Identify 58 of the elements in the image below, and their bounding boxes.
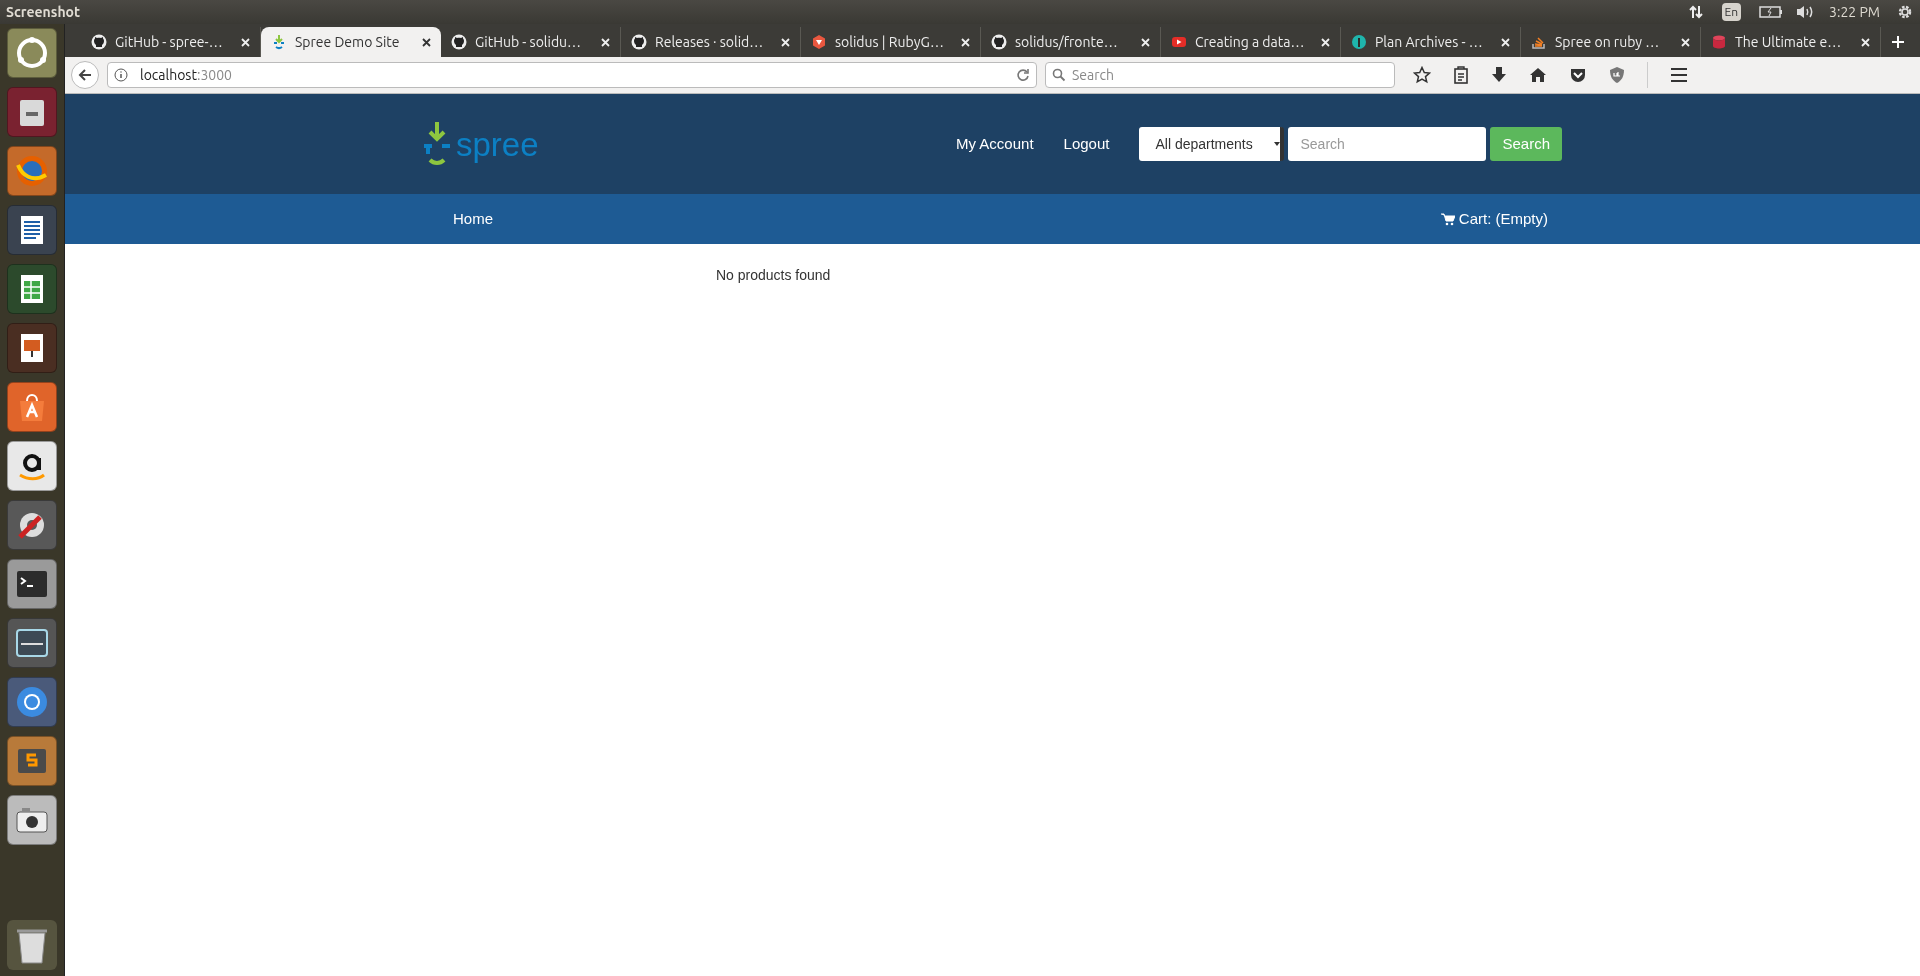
clipboard-icon[interactable]	[1453, 66, 1469, 84]
octocat-icon	[91, 34, 107, 50]
launcher-app-icon[interactable]	[7, 264, 57, 314]
launcher-app-icon[interactable]	[7, 441, 57, 491]
launcher-app-icon[interactable]	[7, 382, 57, 432]
back-arrow-icon	[78, 68, 92, 82]
download-icon[interactable]	[1491, 66, 1507, 84]
octocat-icon	[451, 34, 467, 50]
logo-text: spree	[456, 127, 539, 161]
launcher-app-icon[interactable]	[7, 618, 57, 668]
launcher-app-icon[interactable]	[7, 323, 57, 373]
shield-icon[interactable]	[1609, 66, 1625, 84]
home-icon[interactable]	[1529, 66, 1547, 84]
launcher-app-icon[interactable]	[7, 677, 57, 727]
star-icon[interactable]	[1413, 66, 1431, 84]
database-icon	[1711, 34, 1727, 50]
department-select[interactable]: All departments	[1139, 127, 1285, 161]
logo-icon	[422, 122, 452, 166]
header-link[interactable]: Logout	[1063, 132, 1110, 156]
gear-icon[interactable]	[1896, 3, 1914, 21]
battery-icon[interactable]	[1759, 5, 1784, 19]
cart-icon	[1440, 212, 1455, 226]
launcher-app-icon[interactable]	[7, 795, 57, 845]
circle-logo-icon	[1351, 34, 1367, 50]
empty-results-message: No products found	[716, 267, 831, 283]
reload-icon[interactable]	[1016, 68, 1030, 82]
url-text: localhost:3000	[140, 65, 232, 85]
back-button[interactable]	[71, 61, 99, 89]
play-icon	[1171, 34, 1187, 50]
search-icon	[1052, 68, 1066, 82]
browser-tab[interactable]: Spree Demo Site	[261, 27, 441, 57]
trash-icon[interactable]	[7, 920, 57, 970]
nav-link[interactable]: Home	[453, 207, 493, 231]
launcher-app-icon[interactable]	[7, 28, 57, 78]
close-icon[interactable]	[422, 37, 431, 47]
octocat-icon	[631, 34, 647, 50]
cart-link[interactable]: Cart: (Empty)	[1440, 207, 1548, 231]
stack-icon	[1531, 34, 1547, 50]
search-input[interactable]: Search	[1072, 64, 1388, 86]
header-link[interactable]: My Account	[956, 132, 1034, 156]
keyboard-layout-indicator[interactable]: En	[1721, 3, 1742, 21]
address-bar[interactable]: localhost:3000	[107, 62, 1037, 88]
caret-icon	[1274, 140, 1281, 148]
gem-icon	[811, 34, 827, 50]
launcher-app-icon[interactable]	[7, 87, 57, 137]
pocket-icon[interactable]	[1569, 66, 1587, 84]
logo-icon	[271, 34, 287, 50]
product-search-field[interactable]: Search	[1288, 127, 1487, 161]
launcher-app-icon[interactable]	[7, 205, 57, 255]
octocat-icon	[991, 34, 1007, 50]
clock[interactable]: 3:22 PM	[1829, 1, 1880, 23]
new-tab-icon[interactable]	[1891, 35, 1905, 49]
network-arrows-icon[interactable]	[1687, 4, 1704, 20]
launcher-app-icon[interactable]	[7, 500, 57, 550]
search-bar[interactable]: Search	[1045, 62, 1395, 88]
info-icon[interactable]	[114, 68, 128, 82]
menu-icon[interactable]	[1670, 67, 1688, 83]
window-title: Screenshot	[6, 2, 81, 22]
